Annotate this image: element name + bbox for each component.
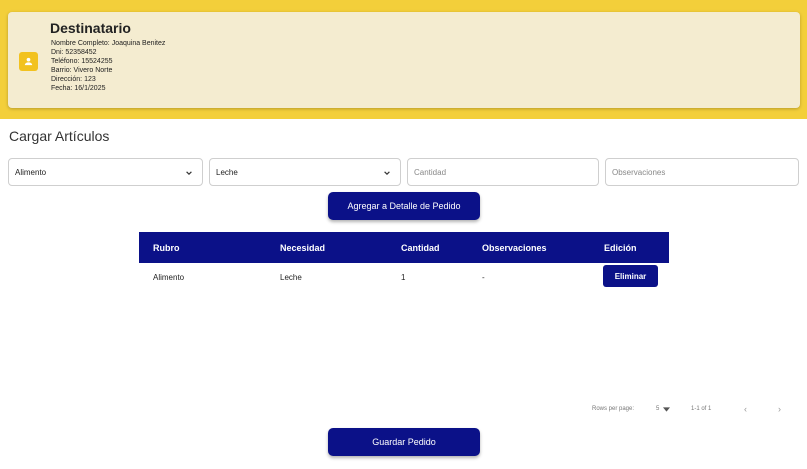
cell-necesidad: Leche bbox=[280, 273, 302, 282]
chevron-down-icon bbox=[384, 171, 390, 176]
chevron-down-icon bbox=[186, 171, 192, 176]
header-edicion: Edición bbox=[604, 243, 637, 253]
pagination-range: 1-1 of 1 bbox=[691, 406, 712, 412]
header-observaciones: Observaciones bbox=[482, 243, 547, 253]
recipient-banner: Destinatario Nombre Completo: Joaquina B… bbox=[0, 0, 807, 119]
recipient-name: Nombre Completo: Joaquina Benitez bbox=[51, 40, 166, 47]
recipient-dni: Dni: 52358452 bbox=[51, 49, 97, 56]
caret-down-icon bbox=[663, 406, 671, 412]
cell-cantidad: 1 bbox=[401, 273, 406, 282]
recipient-phone: Teléfono: 15524255 bbox=[51, 58, 113, 65]
header-necesidad: Necesidad bbox=[280, 243, 326, 253]
save-order-button[interactable]: Guardar Pedido bbox=[328, 428, 480, 456]
rubro-select-value: Alimento bbox=[15, 167, 47, 177]
cell-observaciones: - bbox=[482, 273, 485, 282]
rows-per-page-label: Rows per page: bbox=[592, 406, 635, 412]
cantidad-input[interactable]: Cantidad bbox=[407, 158, 599, 186]
chevron-left-icon[interactable]: ‹ bbox=[744, 404, 747, 414]
recipient-address: Dirección: 123 bbox=[51, 76, 96, 83]
observaciones-input[interactable]: Observaciones bbox=[605, 158, 799, 186]
observaciones-placeholder: Observaciones bbox=[612, 167, 666, 177]
rows-per-page-select[interactable]: 5 bbox=[656, 406, 671, 412]
necesidad-select[interactable]: Leche bbox=[209, 158, 401, 186]
rubro-select[interactable]: Alimento bbox=[8, 158, 203, 186]
section-title: Cargar Artículos bbox=[9, 128, 110, 144]
rows-per-page-value: 5 bbox=[656, 406, 660, 412]
recipient-neighborhood: Barrio: Vivero Norte bbox=[51, 67, 113, 74]
add-to-order-button[interactable]: Agregar a Detalle de Pedido bbox=[328, 192, 480, 220]
person-icon bbox=[19, 52, 38, 71]
chevron-right-icon[interactable]: › bbox=[778, 404, 781, 414]
table-row: Alimento Leche 1 - bbox=[139, 263, 669, 291]
header-rubro: Rubro bbox=[153, 243, 180, 253]
recipient-card: Destinatario Nombre Completo: Joaquina B… bbox=[8, 12, 800, 108]
recipient-title: Destinatario bbox=[50, 20, 131, 36]
cell-rubro: Alimento bbox=[153, 273, 185, 282]
table-header: Rubro Necesidad Cantidad Observaciones E… bbox=[139, 232, 669, 263]
header-cantidad: Cantidad bbox=[401, 243, 440, 253]
delete-button[interactable]: Eliminar bbox=[603, 265, 658, 287]
recipient-date: Fecha: 16/1/2025 bbox=[51, 85, 106, 92]
cantidad-placeholder: Cantidad bbox=[414, 167, 447, 177]
necesidad-select-value: Leche bbox=[216, 167, 238, 177]
